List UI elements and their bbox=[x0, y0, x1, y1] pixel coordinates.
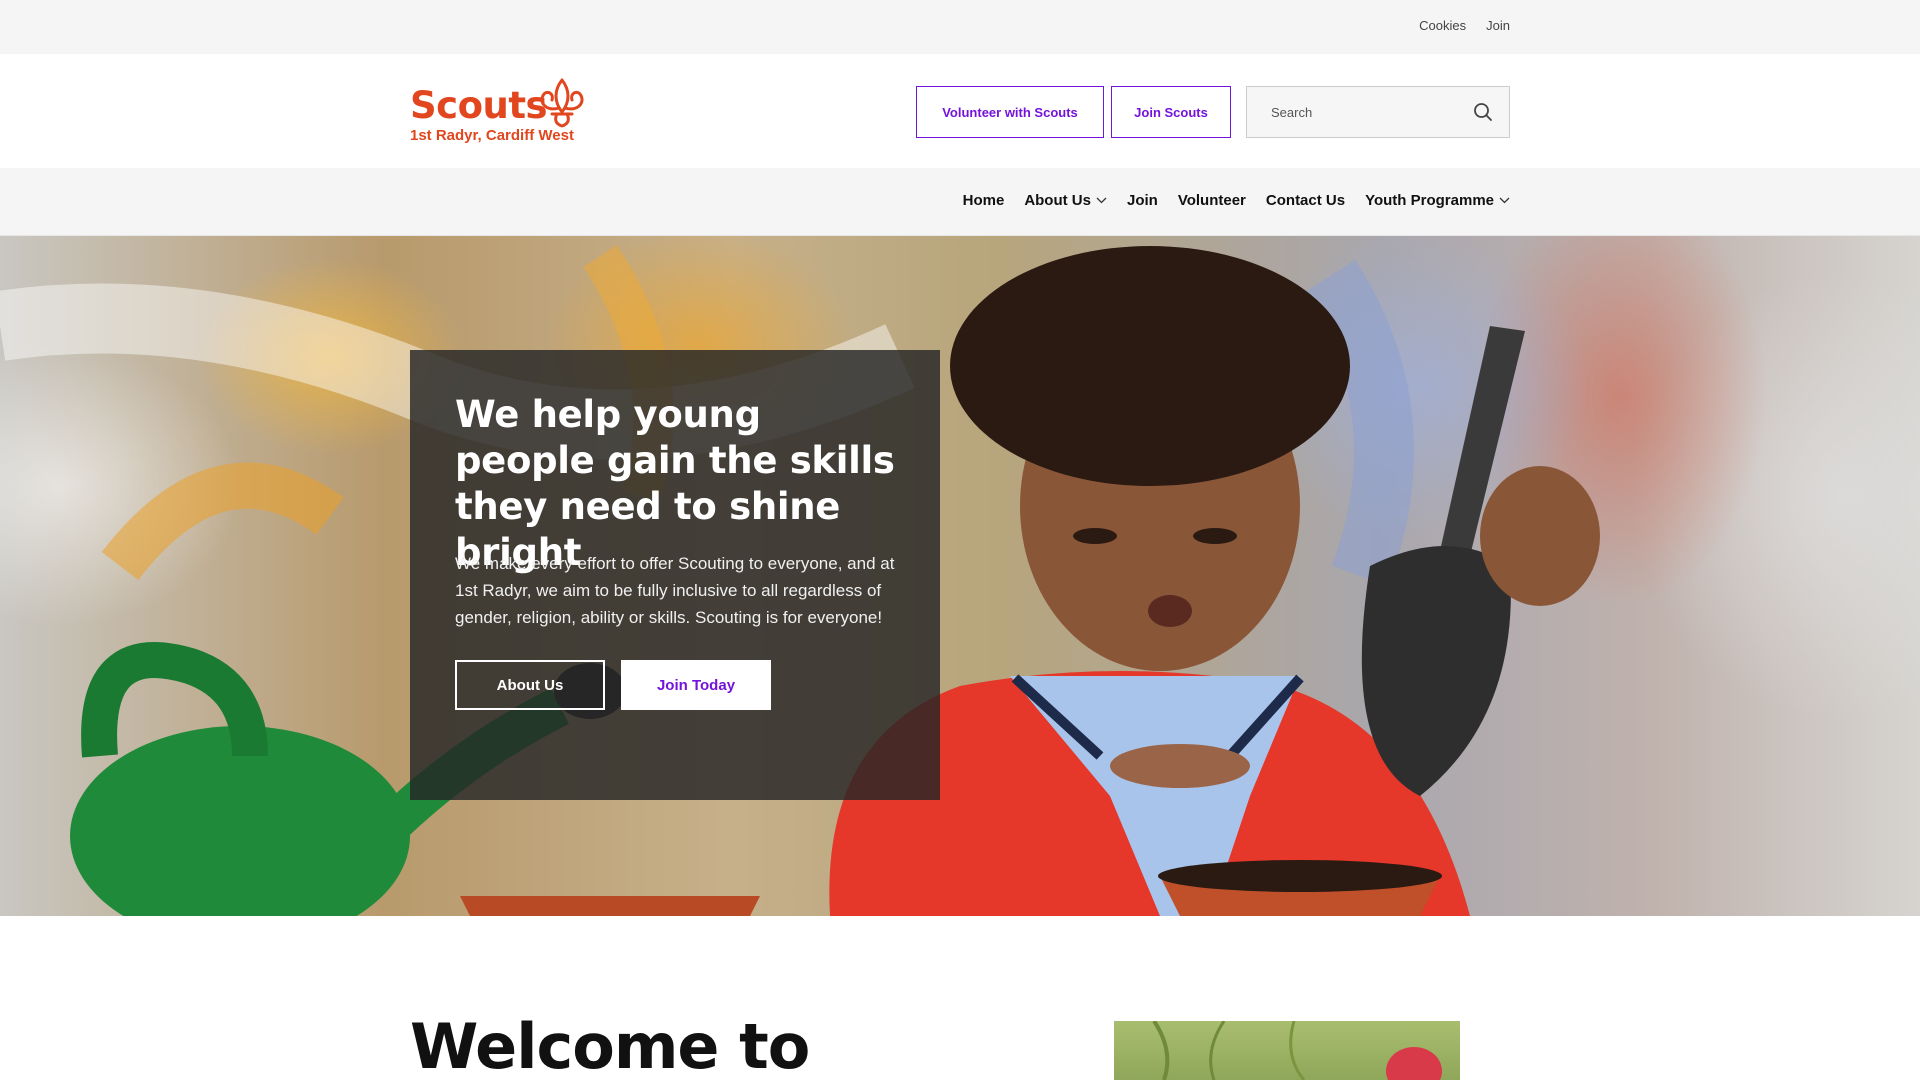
main-nav: Home About Us Join Volunteer Contact Us … bbox=[0, 168, 1920, 236]
nav-item-label: About Us bbox=[1024, 192, 1091, 209]
nav-item-contact-us[interactable]: Contact Us bbox=[1266, 192, 1345, 209]
volunteer-with-scouts-button[interactable]: Volunteer with Scouts bbox=[916, 86, 1104, 138]
nav-item-label: Join bbox=[1126, 192, 1158, 209]
hero-banner: We help young people gain the skills the… bbox=[0, 236, 1920, 916]
cookies-link[interactable]: Cookies bbox=[1419, 18, 1466, 33]
welcome-title: Welcome to bbox=[410, 1010, 810, 1080]
welcome-photo bbox=[1152, 1021, 1442, 1080]
utility-bar: Cookies Join bbox=[0, 0, 1920, 54]
hero-title: We help young people gain the skills the… bbox=[455, 393, 895, 574]
group-name: 1st Radyr, Cardiff West bbox=[410, 127, 574, 144]
nav-item-volunteer[interactable]: Volunteer bbox=[1178, 192, 1246, 209]
chevron-down-icon bbox=[1096, 197, 1107, 204]
site-header: Scouts 1st Radyr, Cardiff West Volunteer… bbox=[0, 54, 1920, 168]
search-box bbox=[1246, 86, 1510, 138]
chevron-down-icon bbox=[1499, 197, 1510, 204]
join-today-button[interactable]: Join Today bbox=[621, 660, 771, 710]
hero-photo bbox=[0, 244, 1600, 916]
scouts-logo[interactable]: Scouts 1st Radyr, Cardiff West bbox=[410, 78, 600, 148]
logo-wordmark: Scouts bbox=[410, 84, 548, 127]
nav-item-about-us[interactable]: About Us bbox=[1024, 192, 1107, 209]
nav-items: Home About Us Join Volunteer Contact Us … bbox=[963, 192, 1510, 209]
nav-item-label: Youth Programme bbox=[1365, 192, 1494, 209]
search-input[interactable] bbox=[1247, 87, 1467, 137]
nav-item-label: Volunteer bbox=[1177, 192, 1246, 209]
hero-card: We help young people gain the skills the… bbox=[410, 350, 940, 800]
nav-item-label: Home bbox=[962, 192, 1005, 209]
nav-item-label: Contact Us bbox=[1265, 192, 1346, 209]
utility-links: Cookies Join bbox=[1419, 18, 1510, 33]
nav-item-home[interactable]: Home bbox=[963, 192, 1005, 209]
search-icon[interactable] bbox=[1471, 100, 1495, 124]
welcome-image bbox=[1114, 1021, 1460, 1080]
fleur-de-lis-icon bbox=[540, 78, 584, 128]
nav-item-join[interactable]: Join bbox=[1127, 192, 1158, 209]
join-link[interactable]: Join bbox=[1486, 18, 1510, 33]
hero-text: We make every effort to offer Scouting t… bbox=[455, 554, 895, 627]
join-scouts-button[interactable]: Join Scouts bbox=[1111, 86, 1231, 138]
nav-item-youth-programme[interactable]: Youth Programme bbox=[1365, 192, 1510, 209]
about-us-button[interactable]: About Us bbox=[455, 660, 605, 710]
